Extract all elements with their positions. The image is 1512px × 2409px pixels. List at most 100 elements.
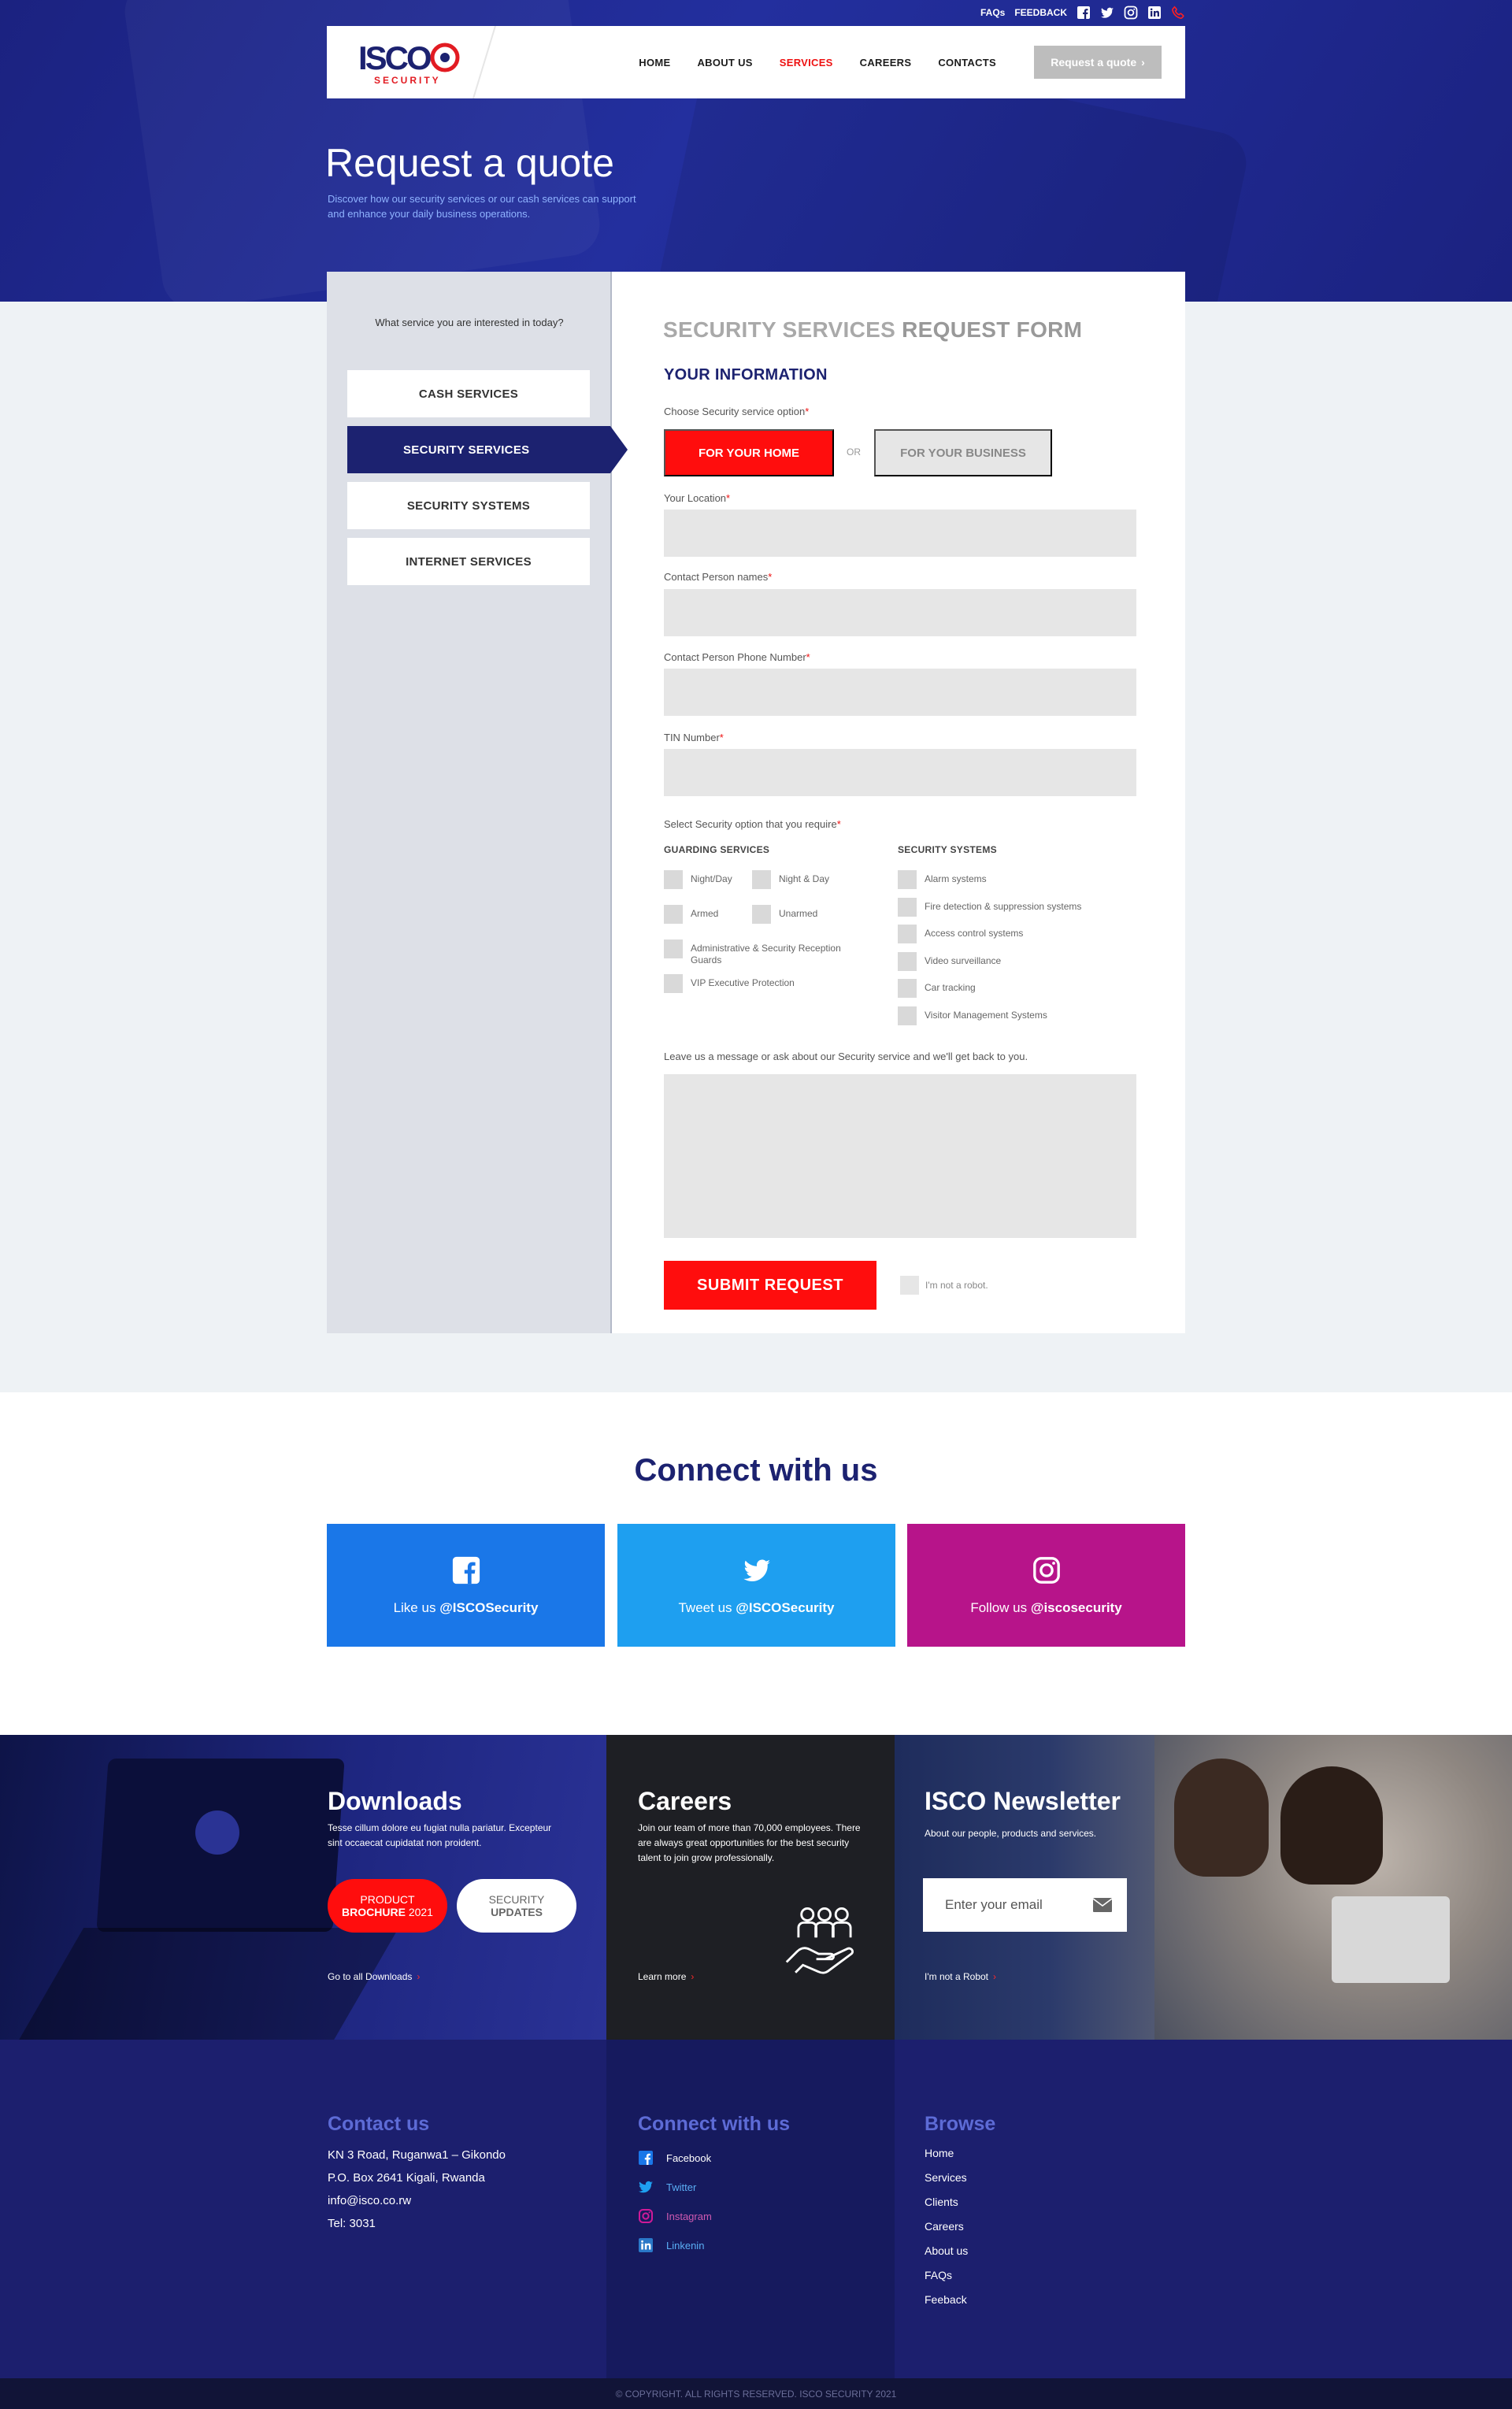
checkbox[interactable] xyxy=(898,870,917,889)
footer-link-about-us[interactable]: About us xyxy=(925,2244,968,2257)
go-to-downloads-link[interactable]: Go to all Downloads › xyxy=(328,1971,420,1982)
checkbox-video-surveillance[interactable]: Video surveillance xyxy=(898,952,1001,971)
checkbox[interactable] xyxy=(898,925,917,943)
security-option-label: Select Security option that you require* xyxy=(664,818,841,830)
request-quote-button[interactable]: Request a quote › xyxy=(1034,46,1162,79)
careers-text: Join our team of more than 70,000 employ… xyxy=(638,1822,861,1863)
checkbox-car-tracking[interactable]: Car tracking xyxy=(898,979,976,998)
checkbox-night-and-day[interactable]: Night & Day xyxy=(752,870,829,889)
feedback-link[interactable]: FEEDBACK xyxy=(1014,7,1067,18)
location-input[interactable] xyxy=(664,510,1136,557)
service-sidebar: What service you are interested in today… xyxy=(327,272,628,1333)
checkbox-alarm-systems[interactable]: Alarm systems xyxy=(898,870,987,889)
checkbox-vip-protection[interactable]: VIP Executive Protection xyxy=(664,974,795,993)
checkbox-night-day[interactable]: Night/Day xyxy=(664,870,732,889)
sidebar-item-security-services[interactable]: SECURITY SERVICES xyxy=(347,426,628,473)
newsletter-email-field[interactable]: Enter your email xyxy=(923,1878,1127,1932)
checkbox[interactable] xyxy=(664,905,683,924)
checkbox[interactable] xyxy=(664,940,683,958)
page-subtitle: Discover how our security services or ou… xyxy=(328,193,636,220)
checkbox[interactable] xyxy=(664,870,683,889)
footer-facebook-link[interactable]: Facebook xyxy=(638,2150,711,2166)
twitter-card-text: Tweet us @ISCOSecurity xyxy=(678,1599,835,1615)
footer-email-link[interactable]: info@isco.co.rw xyxy=(328,2194,411,2207)
careers-learn-more-link[interactable]: Learn more › xyxy=(638,1971,694,1982)
site-footer: Contact us KN 3 Road, Ruganwa1 – Gikondo… xyxy=(0,2040,1512,2378)
checkbox-access-control[interactable]: Access control systems xyxy=(898,925,1023,943)
checkbox[interactable] xyxy=(752,870,771,889)
footer-po-box: P.O. Box 2641 Kigali, Rwanda xyxy=(328,2171,485,2185)
footer-link-faqs[interactable]: FAQs xyxy=(925,2269,952,2281)
for-your-business-button[interactable]: FOR YOUR BUSINESS xyxy=(874,429,1052,476)
footer-link-feedback[interactable]: Feeback xyxy=(925,2293,967,2306)
footer-link-services[interactable]: Services xyxy=(925,2171,967,2184)
checkbox[interactable] xyxy=(664,974,683,993)
sidebar-item-cash-services[interactable]: CASH SERVICES xyxy=(347,370,590,417)
newsletter-robot-link[interactable]: I'm not a Robot › xyxy=(925,1971,996,1982)
checkbox-visitor-management[interactable]: Visitor Management Systems xyxy=(898,1006,1047,1025)
footer-phone: Tel: 3031 xyxy=(328,2217,376,2230)
faqs-link[interactable]: FAQs xyxy=(980,7,1005,18)
form-title: SECURITY SERVICES REQUEST FORM xyxy=(663,317,1083,342)
phone-icon[interactable] xyxy=(1171,6,1185,20)
nav-services[interactable]: SERVICES xyxy=(780,57,833,69)
footer-link-clients[interactable]: Clients xyxy=(925,2196,958,2208)
checkbox-armed[interactable]: Armed xyxy=(664,905,718,924)
twitter-card[interactable]: Tweet us @ISCOSecurity xyxy=(617,1524,895,1647)
submit-request-button[interactable]: SUBMIT REQUEST xyxy=(664,1261,876,1310)
tin-input[interactable] xyxy=(664,749,1136,796)
linkedin-icon[interactable] xyxy=(1147,6,1162,20)
checkbox[interactable] xyxy=(752,905,771,924)
phone-input[interactable] xyxy=(664,669,1136,716)
facebook-icon xyxy=(638,2150,654,2166)
newsletter-email-placeholder: Enter your email xyxy=(945,1897,1043,1912)
message-label: Leave us a message or ask about our Secu… xyxy=(664,1051,1028,1062)
sidebar-item-internet-services[interactable]: INTERNET SERVICES xyxy=(347,538,590,585)
footer-twitter-link[interactable]: Twitter xyxy=(638,2179,696,2195)
connect-title: Connect with us xyxy=(634,1453,878,1488)
facebook-icon[interactable] xyxy=(1077,6,1091,20)
captcha-checkbox[interactable]: I'm not a robot. xyxy=(900,1276,988,1295)
page-title: Request a quote xyxy=(325,141,614,185)
product-brochure-button[interactable]: PRODUCT BROCHURE 2021 xyxy=(328,1879,447,1933)
footer-linkedin-link[interactable]: Linkenin xyxy=(638,2237,704,2253)
laptop-shape xyxy=(1332,1896,1450,1983)
checkbox-fire-detection[interactable]: Fire detection & suppression systems xyxy=(898,898,1081,917)
footer-instagram-link[interactable]: Instagram xyxy=(638,2208,712,2224)
downloads-text: Tesse cillum dolore eu fugiat nulla pari… xyxy=(328,1822,552,1848)
security-updates-button[interactable]: SECURITY UPDATES xyxy=(457,1879,576,1933)
isco-logo[interactable]: ISCO SECURITY xyxy=(358,38,476,87)
footer-link-careers[interactable]: Careers xyxy=(925,2220,964,2233)
footer-link-home[interactable]: Home xyxy=(925,2147,954,2159)
nav-careers[interactable]: CAREERS xyxy=(860,57,912,69)
nav-about-us[interactable]: ABOUT US xyxy=(697,57,752,69)
checkbox[interactable] xyxy=(898,1006,917,1025)
checkbox-unarmed[interactable]: Unarmed xyxy=(752,905,817,924)
sidebar-question: What service you are interested in today… xyxy=(375,317,564,328)
checkbox[interactable] xyxy=(898,979,917,998)
sidebar-item-security-systems[interactable]: SECURITY SYSTEMS xyxy=(347,482,590,529)
quote-form-card: What service you are interested in today… xyxy=(327,272,1185,1333)
checkbox[interactable] xyxy=(900,1276,919,1295)
instagram-icon[interactable] xyxy=(1124,6,1138,20)
linkedin-icon xyxy=(638,2237,654,2253)
careers-title: Careers xyxy=(638,1787,732,1815)
facebook-card[interactable]: Like us @ISCOSecurity xyxy=(327,1524,605,1647)
location-label: Your Location* xyxy=(664,492,731,504)
contact-person-input[interactable] xyxy=(664,589,1136,636)
message-textarea[interactable] xyxy=(664,1074,1136,1238)
checkbox[interactable] xyxy=(898,952,917,971)
nav-contacts[interactable]: CONTACTS xyxy=(938,57,996,69)
person-silhouette xyxy=(1174,1759,1269,1877)
for-your-home-button[interactable]: FOR YOUR HOME xyxy=(664,429,834,476)
nav-home[interactable]: HOME xyxy=(639,57,670,69)
twitter-icon[interactable] xyxy=(1100,6,1114,20)
service-option-label: Choose Security service option* xyxy=(664,406,810,417)
instagram-icon xyxy=(1032,1555,1062,1589)
top-utility-bar: FAQs FEEDBACK xyxy=(980,5,1185,20)
instagram-card-text: Follow us @iscosecurity xyxy=(970,1599,1122,1615)
laptop-screen-circle xyxy=(195,1810,239,1855)
instagram-card[interactable]: Follow us @iscosecurity xyxy=(907,1524,1185,1647)
checkbox[interactable] xyxy=(898,898,917,917)
checkbox-reception-guards[interactable]: Administrative & Security Reception Guar… xyxy=(664,940,845,966)
